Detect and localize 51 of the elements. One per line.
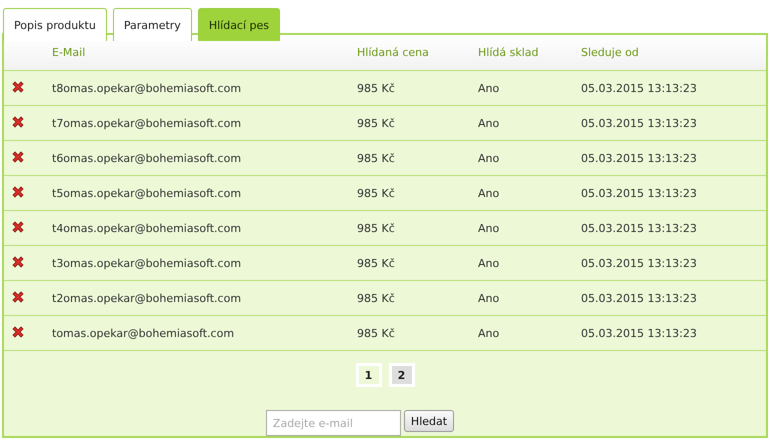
- delete-icon[interactable]: [11, 184, 25, 198]
- email-input[interactable]: Zadejte e-mail: [266, 410, 401, 436]
- column-header: Sleduje od: [581, 46, 640, 59]
- price-cell-text: 985 Kč: [357, 326, 396, 340]
- delete-icon[interactable]: [11, 80, 25, 94]
- email-cell-text: t8omas.opekar@bohemiasoft.com: [52, 82, 242, 94]
- email-cell-text: t6omas.opekar@bohemiasoft.com: [52, 152, 242, 164]
- price-cell-text: 985 Kč: [357, 256, 396, 270]
- stock-cell-text: Ano: [478, 82, 500, 94]
- search-button[interactable]: Hledat: [404, 410, 454, 432]
- date-cell-text: 05.03.2015 13:13:23: [581, 222, 698, 234]
- date-cell-text: 05.03.2015 13:13:23: [581, 152, 698, 164]
- page-button[interactable]: 1: [356, 363, 382, 387]
- date-cell-text: 05.03.2015 13:13:23: [581, 292, 698, 304]
- price-cell-text: 985 Kč: [357, 292, 396, 304]
- date-cell-text: 05.03.2015 13:13:23: [581, 256, 698, 270]
- price-cell-text: 985 Kč: [357, 186, 396, 200]
- stock-cell-text: Ano: [478, 326, 500, 340]
- delete-icon[interactable]: [11, 220, 25, 234]
- tab[interactable]: Hlídací pes: [198, 8, 280, 41]
- delete-icon[interactable]: [11, 324, 25, 338]
- tab[interactable]: Parametry: [112, 8, 192, 41]
- stock-cell-text: Ano: [478, 256, 500, 270]
- stock-cell-text: Ano: [478, 152, 500, 164]
- price-cell-text: 985 Kč: [357, 82, 396, 94]
- price-cell-text: 985 Kč: [357, 152, 396, 164]
- tab[interactable]: Popis produktu: [3, 8, 107, 41]
- column-header: Hlídaná cena: [357, 46, 430, 59]
- delete-icon[interactable]: [11, 254, 25, 268]
- email-cell-text: t5omas.opekar@bohemiasoft.com: [52, 186, 242, 200]
- stock-cell-text: Ano: [478, 222, 500, 234]
- date-cell-text: 05.03.2015 13:13:23: [581, 326, 698, 340]
- email-cell-text: t4omas.opekar@bohemiasoft.com: [52, 222, 242, 234]
- stock-cell-text: Ano: [478, 292, 500, 304]
- date-cell-text: 05.03.2015 13:13:23: [581, 82, 698, 94]
- email-cell-text: t7omas.opekar@bohemiasoft.com: [52, 116, 242, 130]
- delete-icon[interactable]: [11, 114, 25, 128]
- date-cell-text: 05.03.2015 13:13:23: [581, 116, 698, 130]
- price-cell-text: 985 Kč: [357, 222, 396, 234]
- page-button[interactable]: 2: [388, 363, 414, 387]
- price-cell-text: 985 Kč: [357, 116, 396, 130]
- delete-icon[interactable]: [11, 290, 25, 304]
- column-header: Hlídá sklad: [478, 46, 540, 59]
- email-cell-text: t3omas.opekar@bohemiasoft.com: [52, 256, 242, 270]
- column-header: E-Mail: [52, 46, 86, 59]
- stock-cell-text: Ano: [478, 116, 500, 130]
- stock-cell-text: Ano: [478, 186, 500, 200]
- date-cell-text: 05.03.2015 13:13:23: [581, 186, 698, 200]
- delete-icon[interactable]: [11, 150, 25, 164]
- email-cell-text: tomas.opekar@bohemiasoft.com: [52, 326, 236, 340]
- email-cell-text: t2omas.opekar@bohemiasoft.com: [52, 292, 242, 304]
